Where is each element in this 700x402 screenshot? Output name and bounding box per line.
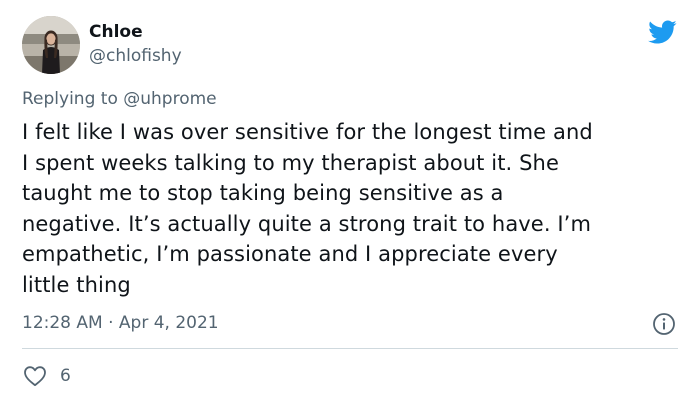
tweet-text-line: little thing	[22, 272, 131, 297]
replying-to-label: Replying to	[22, 89, 118, 109]
replying-to: Replying to @uhprome	[22, 88, 217, 110]
like-count: 6	[60, 366, 71, 386]
tweet-text-line: I spent weeks talking to my therapist ab…	[22, 150, 559, 175]
display-name[interactable]: Chloe	[89, 22, 143, 42]
tweet-time: 12:28 AM	[22, 313, 103, 333]
avatar[interactable]	[22, 16, 80, 74]
tweet-text-line: negative. It’s actually quite a strong t…	[22, 211, 592, 236]
divider	[22, 348, 678, 349]
user-handle[interactable]: @chlofishy	[89, 46, 182, 66]
avatar-photo	[22, 16, 80, 74]
tweet-text-line: taught me to stop taking being sensitive…	[22, 181, 504, 206]
tweet-card: Chloe @chlofishy Replying to @uhprome I …	[0, 0, 700, 402]
tweet-text-line: I felt like I was over sensitive for the…	[22, 120, 593, 144]
tweet-date: Apr 4, 2021	[118, 313, 219, 333]
meta-separator: ·	[108, 313, 114, 333]
heart-outline-icon[interactable]	[23, 365, 47, 387]
tweet-text-line: empathetic, I’m passionate and I appreci…	[22, 242, 558, 267]
info-icon[interactable]	[652, 312, 676, 336]
tweet-timestamp[interactable]: 12:28 AM · Apr 4, 2021	[22, 312, 219, 334]
mention-link[interactable]: @uhprome	[123, 89, 216, 109]
tweet-text: I felt like I was over sensitive for the…	[22, 117, 682, 301]
twitter-bird-icon[interactable]	[645, 17, 679, 47]
